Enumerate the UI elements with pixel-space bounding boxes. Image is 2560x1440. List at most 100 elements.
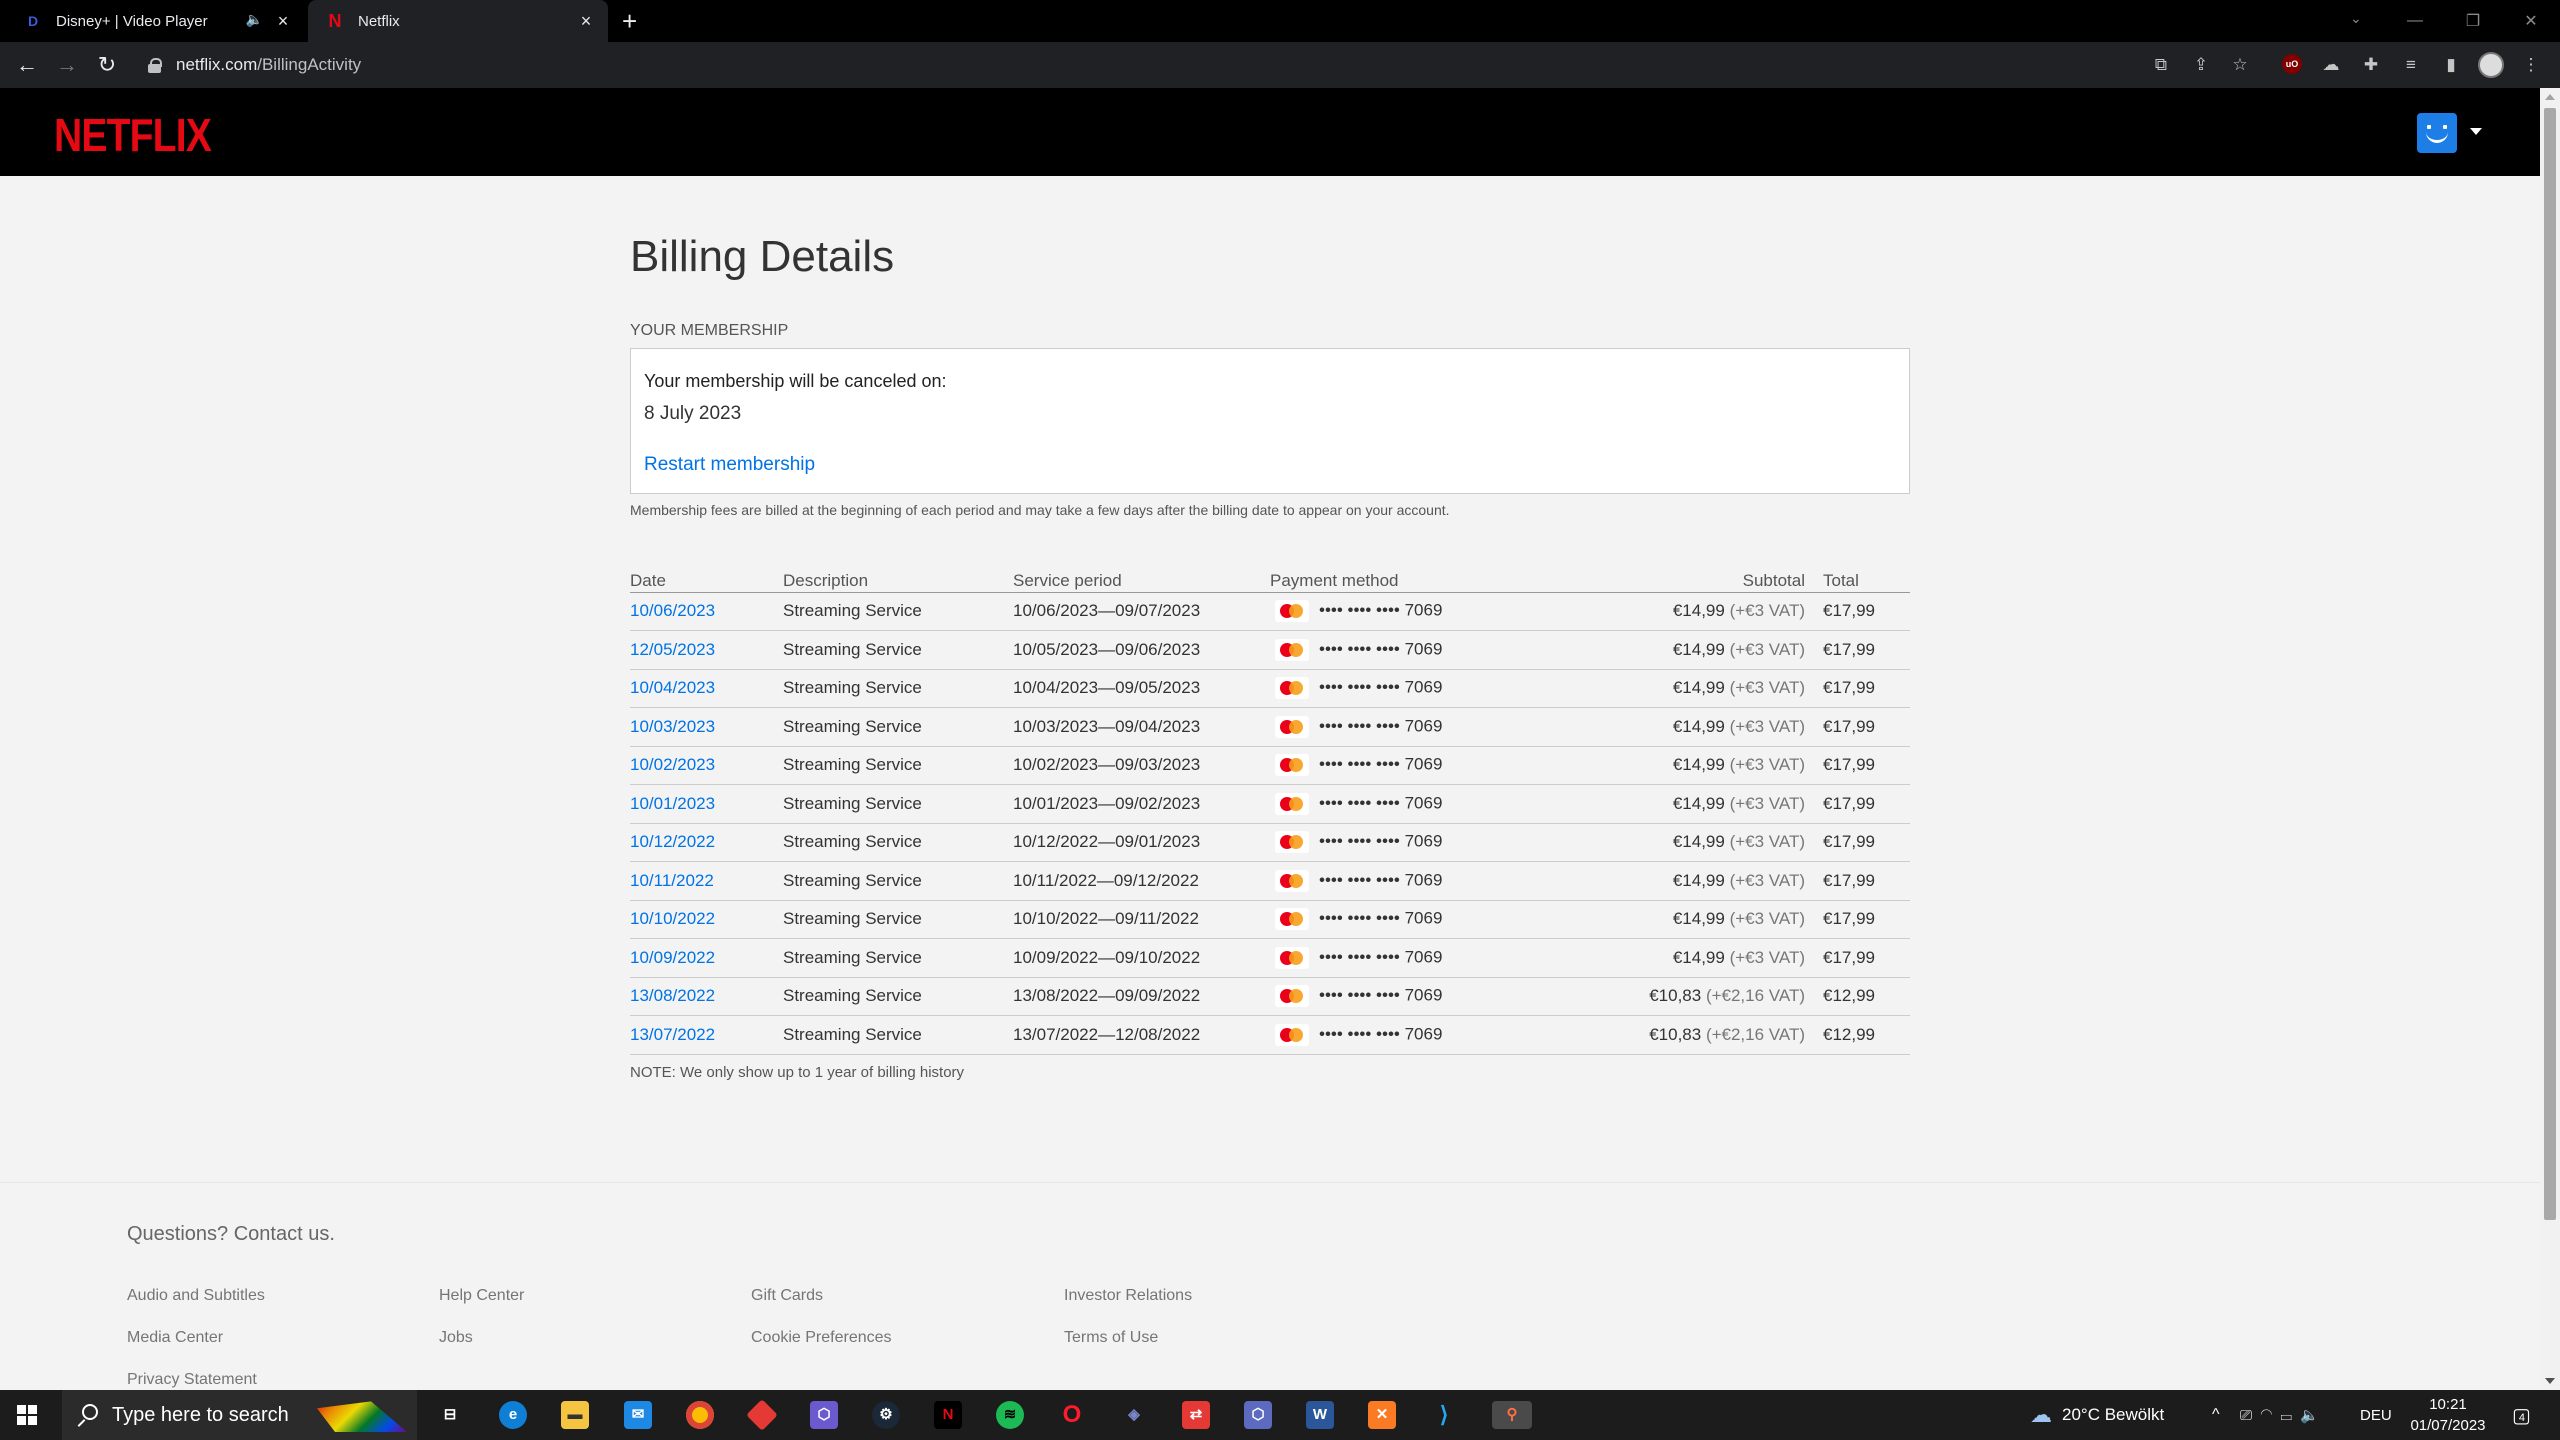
mute-icon[interactable]: 🔈 xyxy=(246,11,263,28)
billing-date-link[interactable]: 12/05/2023 xyxy=(630,640,715,659)
footer-link-privacy-statement[interactable]: Privacy Statement xyxy=(127,1371,257,1389)
windows-start-icon[interactable] xyxy=(17,1405,37,1425)
scroll-down-icon[interactable] xyxy=(2545,1378,2555,1384)
profile-avatar[interactable] xyxy=(2478,52,2504,78)
billing-date-link[interactable]: 10/11/2022 xyxy=(630,871,714,890)
billing-date-link[interactable]: 13/08/2022 xyxy=(630,986,715,1005)
language-indicator[interactable]: DEU xyxy=(2360,1390,2392,1440)
billing-date-link[interactable]: 10/12/2022 xyxy=(630,832,715,851)
netflix-app-icon[interactable]: N xyxy=(934,1401,962,1429)
tab-search-icon[interactable]: ⌄ xyxy=(2350,10,2362,27)
steam-icon[interactable]: ⚙ xyxy=(872,1401,900,1429)
edge-icon[interactable]: e xyxy=(499,1401,527,1429)
close-window-icon[interactable]: ✕ xyxy=(2502,11,2560,31)
browser-tab-strip: D Disney+ | Video Player 🔈 × N Netflix ×… xyxy=(0,0,2560,42)
app-icon[interactable]: ⬡ xyxy=(810,1401,838,1429)
app-icon[interactable]: ⇄ xyxy=(1182,1401,1210,1429)
app-icon[interactable]: ◈ xyxy=(1120,1401,1148,1429)
footer-link-jobs[interactable]: Jobs xyxy=(439,1329,473,1347)
mastercard-icon xyxy=(1275,831,1309,854)
spotify-icon[interactable]: ≋ xyxy=(996,1401,1024,1429)
service-period-cell: 10/10/2022—09/11/2022 xyxy=(1013,900,1270,939)
service-period-cell: 10/01/2023—09/02/2023 xyxy=(1013,784,1270,824)
restore-icon[interactable]: ❐ xyxy=(2444,11,2502,31)
vat-amount: (+€3 VAT) xyxy=(1729,601,1805,621)
footer-link-gift-cards[interactable]: Gift Cards xyxy=(751,1287,823,1305)
tray-icons[interactable]: ⎚ ◠ ▭ 🔈 xyxy=(2240,1390,2319,1440)
cloud-icon: ☁ xyxy=(2030,1402,2052,1427)
back-icon[interactable]: ← xyxy=(14,52,40,78)
vscode-icon[interactable]: ⟩ xyxy=(1430,1401,1458,1429)
footer-link-audio-subtitles[interactable]: Audio and Subtitles xyxy=(127,1287,265,1305)
new-tab-button[interactable]: + xyxy=(622,8,637,34)
billing-date-link[interactable]: 10/01/2023 xyxy=(630,794,715,813)
share-icon[interactable]: ⇪ xyxy=(2190,54,2212,76)
notification-center-icon[interactable]: ▢ 4 xyxy=(2512,1390,2531,1440)
column-header-description: Description xyxy=(783,570,1013,593)
payment-method-cell: •••• •••• •••• 7069 xyxy=(1270,592,1480,631)
close-tab-icon[interactable]: × xyxy=(273,11,293,31)
payment-method-cell: •••• •••• •••• 7069 xyxy=(1270,669,1480,708)
word-icon[interactable]: W xyxy=(1306,1401,1334,1429)
extension-icon[interactable]: ☁ xyxy=(2320,54,2342,76)
xampp-icon[interactable]: ✕ xyxy=(1368,1401,1396,1429)
task-view-icon[interactable]: ⊟ xyxy=(436,1401,464,1429)
footer-link-investor-relations[interactable]: Investor Relations xyxy=(1064,1287,1192,1305)
file-explorer-icon[interactable]: ▬ xyxy=(561,1401,589,1429)
page-scrollbar[interactable] xyxy=(2540,88,2560,1390)
ublock-extension-icon[interactable]: uO xyxy=(2282,54,2302,74)
footer-link-media-center[interactable]: Media Center xyxy=(127,1329,223,1347)
extensions-puzzle-icon[interactable]: ✚ xyxy=(2360,54,2382,76)
subtotal-cell: €14,99 (+€3 VAT) xyxy=(1480,938,1823,978)
vat-amount: (+€3 VAT) xyxy=(1729,755,1805,775)
billing-date-link[interactable]: 10/06/2023 xyxy=(630,601,715,620)
weather-widget[interactable]: ☁ 20°C Bewölkt xyxy=(2030,1390,2164,1440)
membership-section-label: YOUR MEMBERSHIP xyxy=(630,322,789,339)
billing-date-link[interactable]: 10/03/2023 xyxy=(630,717,715,736)
tab-netflix[interactable]: N Netflix × xyxy=(308,0,608,42)
media-control-icon[interactable]: ≡ xyxy=(2400,54,2422,76)
billing-date-link[interactable]: 10/10/2022 xyxy=(630,909,715,928)
opera-icon[interactable]: O xyxy=(1058,1401,1086,1429)
scroll-up-icon[interactable] xyxy=(2545,94,2555,100)
app-icon[interactable]: ⬡ xyxy=(1244,1401,1272,1429)
scrollbar-thumb[interactable] xyxy=(2544,108,2556,1220)
taskbar-search-box[interactable]: Type here to search xyxy=(62,1390,417,1440)
footer-link-terms-of-use[interactable]: Terms of Use xyxy=(1064,1329,1158,1347)
footer-link-help-center[interactable]: Help Center xyxy=(439,1287,524,1305)
minimize-icon[interactable]: — xyxy=(2386,12,2444,30)
subtotal-amount: €10,83 xyxy=(1649,1024,1702,1044)
netflix-logo[interactable]: NETFLIX xyxy=(54,108,212,162)
app-icon[interactable] xyxy=(746,1399,778,1431)
caret-down-icon[interactable] xyxy=(2470,128,2482,135)
payment-method-cell: •••• •••• •••• 7069 xyxy=(1270,707,1480,747)
close-tab-icon[interactable]: × xyxy=(576,11,596,31)
forward-icon[interactable]: → xyxy=(54,52,80,78)
reload-icon[interactable]: ↻ xyxy=(94,52,120,78)
billing-date-link[interactable]: 10/02/2023 xyxy=(630,755,715,774)
footer-link-cookie-preferences[interactable]: Cookie Preferences xyxy=(751,1329,892,1347)
billing-date-link[interactable]: 13/07/2022 xyxy=(630,1025,715,1044)
description-cell: Streaming Service xyxy=(783,784,1013,824)
translate-icon[interactable]: ⧉ xyxy=(2150,54,2172,76)
total-cell: €12,99 xyxy=(1823,1015,1910,1055)
profile-avatar[interactable] xyxy=(2417,113,2457,153)
card-number: •••• •••• •••• 7069 xyxy=(1319,1024,1443,1044)
chrome-icon[interactable] xyxy=(686,1401,714,1429)
side-panel-icon[interactable]: ▮ xyxy=(2440,54,2462,76)
tray-chevron-icon[interactable]: ^ xyxy=(2212,1390,2220,1440)
bookmark-star-icon[interactable]: ☆ xyxy=(2229,54,2251,76)
subtotal-cell: €14,99 (+€3 VAT) xyxy=(1480,746,1823,785)
lock-icon[interactable] xyxy=(148,58,162,73)
menu-kebab-icon[interactable]: ⋮ xyxy=(2520,54,2542,76)
taskbar-clock[interactable]: 10:21 01/07/2023 xyxy=(2400,1394,2496,1436)
mail-icon[interactable]: ✉ xyxy=(624,1401,652,1429)
subtotal-amount: €14,99 xyxy=(1672,755,1725,775)
tab-disney[interactable]: D Disney+ | Video Player 🔈 × xyxy=(0,0,305,42)
billing-date-link[interactable]: 10/04/2023 xyxy=(630,678,715,697)
restart-membership-link[interactable]: Restart membership xyxy=(644,454,815,476)
address-bar[interactable]: netflix.com/BillingActivity xyxy=(138,48,2176,82)
contact-us-link[interactable]: Questions? Contact us. xyxy=(127,1223,335,1246)
billing-date-link[interactable]: 10/09/2022 xyxy=(630,948,715,967)
app-icon-active[interactable]: ⚲ xyxy=(1492,1401,1532,1429)
